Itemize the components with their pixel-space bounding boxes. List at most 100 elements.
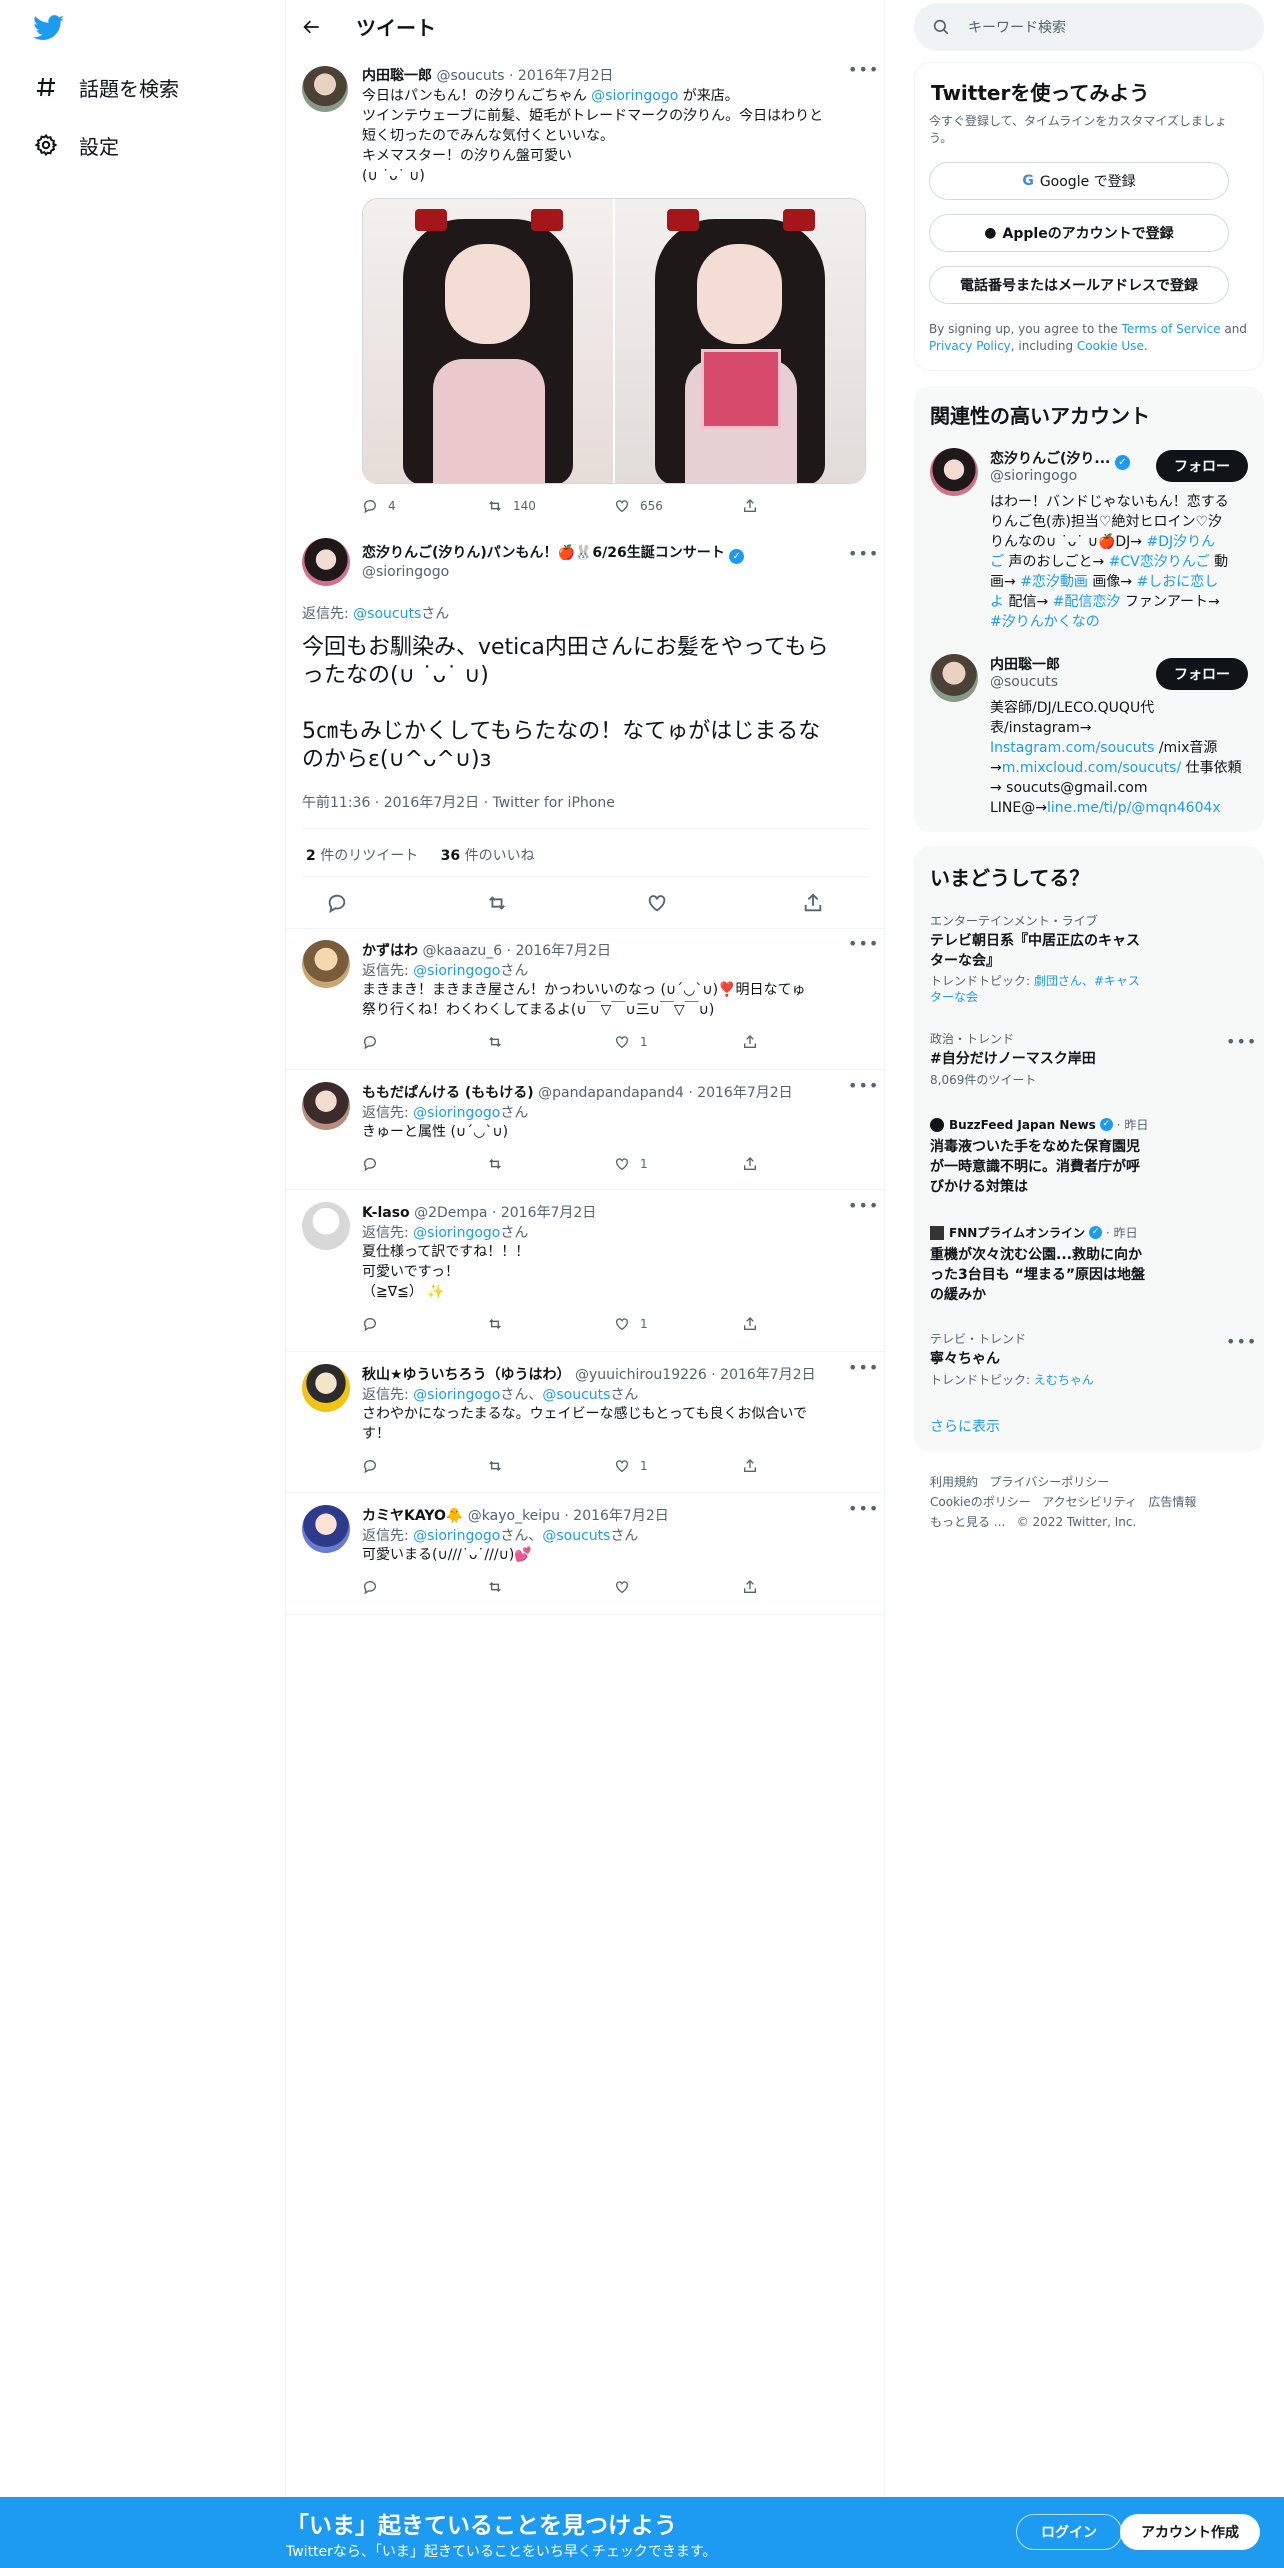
mention-link[interactable]: @sioringogo (413, 1105, 500, 1121)
mention-link[interactable]: @soucuts (353, 606, 421, 622)
bio-link[interactable]: #配信恋汐 (1053, 594, 1121, 610)
bio-link[interactable]: #CV恋汐りんご (1109, 554, 1210, 570)
retweet-button[interactable] (487, 1156, 513, 1172)
mention-link[interactable]: @sioringogo (591, 88, 678, 104)
author-handle[interactable]: @kayo_keipu · 2016年7月2日 (463, 1508, 669, 1524)
bio-link[interactable]: #汐りんかくなの (990, 614, 1100, 630)
bio-link[interactable]: m.mixcloud.com/soucuts/ (1002, 760, 1181, 776)
tweet-photo[interactable] (615, 199, 865, 483)
more-options-icon[interactable]: ••• (848, 1196, 879, 1215)
bio-link[interactable]: #DJ汐りん (1146, 534, 1215, 550)
tweet-date[interactable]: 2016年7月2日 (518, 68, 613, 84)
author-handle[interactable]: @soucuts (436, 68, 504, 84)
retweet-icon[interactable] (486, 892, 508, 918)
reply-tweet[interactable]: かずはわ @kaaazu_6 · 2016年7月2日 ••• 返信先: @siori… (286, 928, 884, 1070)
news-item[interactable]: FNNプライムオンライン ✓ · 昨日 重機が次々沈む公園...救助に向か った… (930, 1224, 1250, 1305)
heart-icon[interactable] (646, 892, 668, 918)
twitter-logo-icon[interactable] (33, 15, 65, 41)
avatar[interactable] (302, 1364, 350, 1412)
bio-link[interactable]: line.me/ti/p/@mqn4604x (1047, 800, 1221, 816)
reply-tweet[interactable]: ももだぱんける (ももける) @pandapandapand4 · 2016年7… (286, 1070, 884, 1190)
bio-link[interactable]: Instagram.com/soucuts (990, 740, 1154, 756)
mention-link[interactable]: @sioringogo (413, 1225, 500, 1241)
share-button[interactable] (742, 1579, 768, 1595)
nav-settings[interactable]: 設定 (33, 128, 119, 162)
follow-button[interactable]: フォロー (1156, 450, 1248, 482)
footer-link[interactable]: プライバシーポリシー (989, 1475, 1109, 1489)
show-more-link[interactable]: さらに表示 (930, 1416, 1000, 1436)
more-options-icon[interactable]: ••• (848, 1499, 879, 1518)
like-button[interactable]: 1 (614, 1034, 648, 1050)
follow-button[interactable]: フォロー (1156, 658, 1248, 690)
more-options-icon[interactable]: ••• (1226, 1332, 1257, 1351)
account-handle[interactable]: @sioringogo (990, 468, 1077, 484)
news-item[interactable]: BuzzFeed Japan News ✓ · 昨日 消毒液ついた手をなめた保育… (930, 1116, 1250, 1197)
author-name[interactable]: かずはわ (362, 943, 418, 959)
trend-item[interactable]: テレビ・トレンド 寧々ちゃん トレンドトピック: えむちゃん (930, 1330, 1250, 1388)
google-signup-button[interactable]: G Google で登録 (929, 162, 1229, 200)
like-button[interactable]: 1 (614, 1458, 648, 1474)
phone-email-signup-button[interactable]: 電話番号またはメールアドレスで登録 (929, 266, 1229, 304)
share-button[interactable] (742, 1316, 768, 1332)
nav-explore[interactable]: 話題を検索 (33, 70, 179, 104)
share-button[interactable] (742, 1156, 768, 1172)
author-handle[interactable]: @sioringogo (362, 564, 449, 580)
trend-item[interactable]: エンターテインメント・ライブ テレビ朝日系『中居正広のキャス ターな会』 トレン… (930, 912, 1250, 1005)
reply-button[interactable]: 4 (362, 498, 396, 514)
author-name[interactable]: 秋山★ゆういちろう（ゆうはわ） (362, 1367, 571, 1383)
retweet-button[interactable] (487, 1316, 513, 1332)
like-button[interactable]: 1 (614, 1316, 648, 1332)
footer-link[interactable]: 広告情報 (1148, 1495, 1196, 1509)
retweet-button[interactable]: 140 (487, 498, 536, 514)
share-button[interactable] (742, 498, 768, 514)
more-options-icon[interactable]: ••• (1226, 1032, 1257, 1051)
mention-link[interactable]: @sioringogo (413, 963, 500, 979)
avatar[interactable] (302, 1505, 350, 1553)
bio-link[interactable]: #しおに恋し (1137, 574, 1219, 590)
bio-link[interactable]: よ (990, 594, 1004, 610)
reply-icon[interactable] (326, 892, 348, 918)
login-button[interactable]: ログイン (1016, 2514, 1122, 2550)
like-button[interactable]: 1 (614, 1156, 648, 1172)
account-handle[interactable]: @soucuts (990, 674, 1058, 690)
reply-tweet[interactable]: カミヤKAYO🐥 @kayo_keipu · 2016年7月2日 ••• 返信先: … (286, 1493, 884, 1615)
share-button[interactable] (742, 1458, 768, 1474)
mention-link[interactable]: @soucuts (542, 1528, 610, 1544)
more-options-icon[interactable]: ••• (848, 1358, 879, 1377)
author-name[interactable]: 内田聡一郎 (362, 68, 432, 84)
trend-item[interactable]: 政治・トレンド #自分だけノーマスク岸田 8,069件のツイート (930, 1030, 1250, 1088)
footer-link[interactable]: アクセシビリティ (1042, 1495, 1137, 1509)
author-name[interactable]: カミヤKAYO🐥 (362, 1508, 463, 1524)
bio-link[interactable]: ご (990, 554, 1004, 570)
more-options-icon[interactable]: ••• (848, 60, 879, 79)
back-arrow-icon[interactable] (300, 15, 324, 39)
like-stat[interactable]: 36 件のいいね (441, 848, 535, 864)
mention-link[interactable]: @sioringogo (413, 1528, 500, 1544)
topic-link[interactable]: えむちゃん (1034, 1373, 1094, 1387)
author-name[interactable]: K-laso (362, 1205, 410, 1221)
account-name[interactable]: 内田聡一郎 (990, 654, 1060, 674)
avatar[interactable] (930, 654, 978, 702)
topic-link[interactable]: ターな会 (930, 990, 978, 1004)
terms-link[interactable]: Terms of Service (1122, 322, 1221, 336)
search-box[interactable]: キーワード検索 (914, 3, 1264, 51)
more-options-icon[interactable]: ••• (848, 544, 879, 563)
author-handle[interactable]: @2Dempa · 2016年7月2日 (410, 1205, 596, 1221)
topic-link[interactable]: 劇団さん、#キャス (1034, 974, 1140, 988)
account-name[interactable]: 恋汐りんご(汐り... (990, 451, 1110, 467)
privacy-link[interactable]: Privacy Policy (929, 339, 1011, 353)
avatar[interactable] (302, 1082, 350, 1130)
reply-button[interactable] (362, 1316, 388, 1332)
retweet-button[interactable] (487, 1034, 513, 1050)
avatar[interactable] (930, 448, 978, 496)
reply-button[interactable] (362, 1034, 388, 1050)
reply-button[interactable] (362, 1579, 388, 1595)
reply-tweet[interactable]: K-laso @2Dempa · 2016年7月2日 ••• 返信先: @siori… (286, 1190, 884, 1352)
mention-link[interactable]: @sioringogo (413, 1387, 500, 1403)
reply-button[interactable] (362, 1458, 388, 1474)
more-options-icon[interactable]: ••• (848, 1076, 879, 1095)
mention-link[interactable]: @soucuts (542, 1387, 610, 1403)
tweet-timestamp[interactable]: 午前11:36 · 2016年7月2日 · Twitter for iPhone (302, 792, 615, 812)
more-link[interactable]: もっと見る ... (930, 1515, 1005, 1529)
reply-button[interactable] (362, 1156, 388, 1172)
